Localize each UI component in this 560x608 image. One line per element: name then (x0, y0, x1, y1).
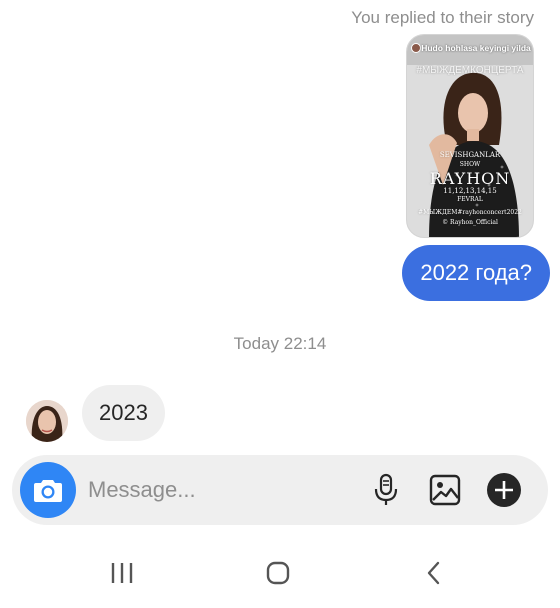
gallery-icon (429, 474, 461, 506)
message-timestamp: Today 22:14 (233, 334, 327, 353)
home-icon (266, 561, 290, 585)
more-options-button[interactable] (486, 472, 522, 508)
story-reply-preview[interactable]: Hudo hohlasa keyingi yilda #МЫЖДЕМКОНЦЕР… (406, 34, 534, 238)
story-handle: © Rayhon_Official (442, 219, 498, 226)
voice-message-button[interactable] (368, 472, 404, 508)
camera-icon (34, 480, 62, 502)
incoming-message-bubble[interactable]: 2023 (82, 385, 165, 441)
story-title-small: SEVISHGANLAR (439, 151, 501, 159)
sender-avatar[interactable] (26, 400, 68, 442)
camera-button[interactable] (20, 462, 76, 518)
sender-avatar-image (26, 400, 68, 442)
story-dates: 11,12,13,14,15 (443, 187, 497, 195)
back-icon (427, 561, 440, 585)
story-month: FEVRAL (457, 196, 483, 203)
message-input[interactable] (88, 473, 338, 507)
gallery-button[interactable] (427, 472, 463, 508)
story-caption: Hudo hohlasa keyingi yilda (421, 43, 531, 53)
dm-thread-screen: You replied to their story Hudo hohlasa … (0, 0, 560, 608)
replied-to-story-label: You replied to their story (351, 8, 534, 27)
story-artist-name: RAYHON (429, 169, 511, 188)
recent-apps-button[interactable] (102, 558, 142, 588)
system-navigation-bar (0, 540, 560, 608)
message-composer (12, 455, 548, 525)
recent-apps-icon (111, 563, 133, 583)
story-author-avatar (411, 43, 421, 53)
outgoing-message-bubble[interactable]: 2022 года? (402, 245, 550, 301)
story-show-label: SHOW (459, 161, 481, 168)
story-hashtag: #МЫЖДЁМ#rayhonconcert2022 (418, 209, 522, 216)
home-button[interactable] (258, 558, 298, 588)
story-banner-text: #МЫЖДЕМКОНЦЕРТА (416, 65, 524, 76)
plus-icon (487, 473, 521, 507)
back-button[interactable] (414, 558, 454, 588)
microphone-icon (374, 473, 398, 505)
